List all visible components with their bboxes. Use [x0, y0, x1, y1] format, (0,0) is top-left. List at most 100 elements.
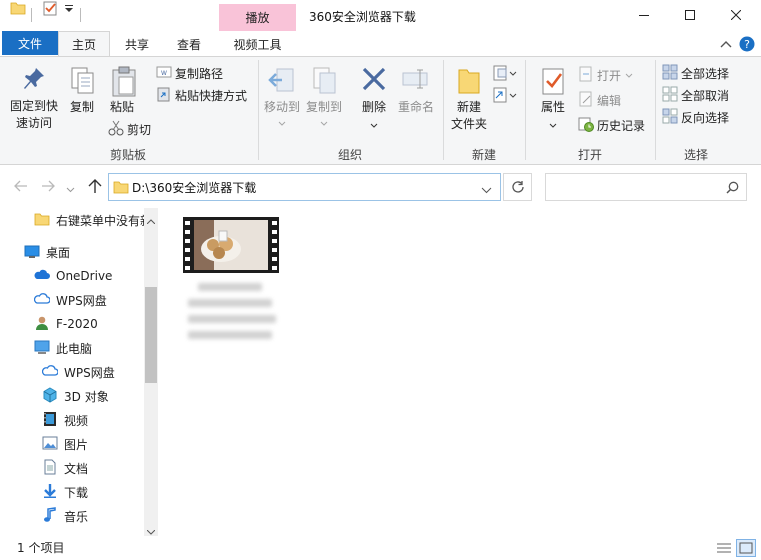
nav-item-downloads[interactable]: 下载 [0, 480, 144, 504]
invert-selection-button[interactable]: 反向选择 [662, 108, 742, 126]
tab-video-tools[interactable]: 视频工具 [219, 31, 296, 57]
copy-to-button[interactable]: 复制到 [303, 64, 345, 126]
copy-path-button[interactable]: W 复制路径 [156, 64, 256, 82]
new-folder-button[interactable]: 新建 文件夹 [448, 64, 490, 136]
nav-item-label: WPS网盘 [64, 365, 115, 380]
tab-share[interactable]: 共享 [113, 31, 161, 57]
nav-scrollbar-thumb[interactable] [145, 287, 157, 383]
select-group-label: 选择 [684, 148, 709, 162]
file-item-video[interactable] [176, 210, 286, 350]
move-to-icon [268, 66, 296, 99]
nav-item-label: 文档 [64, 461, 89, 476]
documents-icon [42, 459, 58, 478]
recent-locations-chevron-icon[interactable] [66, 182, 75, 196]
address-path[interactable]: D:\360安全浏览器下载 [132, 179, 256, 196]
nav-item-label: 3D 对象 [64, 389, 109, 404]
open-label: 打开 [597, 68, 622, 83]
forward-arrow-icon[interactable] [41, 180, 55, 195]
minimize-icon [639, 9, 649, 23]
nav-item-wps-cloud[interactable]: WPS网盘 [0, 288, 144, 312]
quick-access-dropdown-icon[interactable] [63, 0, 75, 19]
pictures-icon [42, 435, 58, 454]
cut-label: 剪切 [127, 122, 152, 137]
paste-shortcut-icon [156, 86, 172, 105]
folder-icon [113, 179, 129, 198]
properties-label: 属性 [540, 100, 565, 114]
paste-shortcut-button[interactable]: 粘贴快捷方式 [156, 86, 256, 104]
details-view-icon[interactable] [716, 541, 732, 558]
group-separator [655, 60, 656, 160]
properties-button[interactable]: 属性 [534, 64, 572, 128]
copy-icon [70, 66, 96, 99]
pin-quick-access-button[interactable]: 固定到快 速访问 [6, 64, 62, 136]
delete-button[interactable]: 删除 [355, 64, 393, 128]
copy-label: 复制 [69, 100, 94, 114]
easy-access-icon[interactable] [492, 86, 518, 107]
downloads-icon [42, 483, 58, 502]
minimize-button[interactable] [621, 0, 667, 31]
window-title: 360安全浏览器下载 [309, 10, 416, 24]
properties-quick-icon[interactable] [42, 0, 58, 19]
nav-item-3d-objects[interactable]: 3D 对象 [0, 384, 144, 408]
nav-item-label: OneDrive [56, 269, 113, 283]
nav-item-this-pc[interactable]: 此电脑 [0, 336, 144, 360]
nav-item-context-menu-folder[interactable]: 右键菜单中没有新 [0, 208, 144, 232]
large-icons-view-icon[interactable] [736, 539, 756, 557]
paste-shortcut-label: 粘贴快捷方式 [175, 88, 248, 103]
pin-label-1: 固定到快 [9, 99, 58, 113]
tab-view[interactable]: 查看 [165, 31, 213, 57]
item-count: 1 个项目 [17, 541, 65, 555]
move-to-button[interactable]: 移动到 [262, 64, 302, 126]
new-item-icon[interactable] [492, 64, 518, 85]
collapse-ribbon-icon[interactable] [720, 38, 732, 52]
edit-button[interactable]: 编辑 [578, 91, 648, 109]
chevron-down-icon [278, 116, 286, 130]
group-separator [525, 60, 526, 160]
edit-icon [578, 91, 594, 110]
folder-icon [34, 211, 50, 230]
maximize-icon [685, 9, 695, 23]
close-button[interactable] [713, 0, 759, 31]
copy-button[interactable]: 复制 [64, 64, 100, 116]
nav-item-documents[interactable]: 文档 [0, 456, 144, 480]
nav-item-label: 音乐 [64, 509, 89, 524]
nav-item-music[interactable]: 音乐 [0, 504, 144, 528]
nav-item-videos[interactable]: 视频 [0, 408, 144, 432]
history-button[interactable]: 历史记录 [578, 116, 653, 134]
nav-item-onedrive[interactable]: OneDrive [0, 264, 144, 288]
up-arrow-icon[interactable] [88, 178, 102, 197]
nav-item-label: 此电脑 [56, 341, 93, 356]
clipboard-group-label: 剪贴板 [110, 148, 147, 162]
history-label: 历史记录 [597, 118, 646, 133]
paste-button[interactable]: 粘贴 [104, 64, 144, 116]
cut-button[interactable]: 剪切 [108, 120, 168, 138]
scroll-up-icon[interactable] [146, 213, 156, 227]
edit-label: 编辑 [597, 93, 622, 108]
select-none-button[interactable]: 全部取消 [662, 86, 742, 104]
rename-button[interactable]: 重命名 [396, 64, 436, 116]
open-button[interactable]: 打开 [578, 66, 648, 84]
back-arrow-icon[interactable] [14, 180, 28, 195]
tab-file[interactable]: 文件 [2, 31, 58, 55]
help-icon[interactable]: ? [739, 36, 755, 55]
tab-home[interactable]: 主页 [58, 31, 110, 57]
nav-item-wps-cloud-pc[interactable]: WPS网盘 [0, 360, 144, 384]
search-input[interactable] [545, 173, 747, 201]
paste-icon [110, 66, 138, 101]
address-dropdown-chevron-icon[interactable] [481, 183, 492, 197]
qa-divider [31, 8, 32, 22]
nav-item-user[interactable]: F-2020 [0, 312, 144, 336]
nav-item-pictures[interactable]: 图片 [0, 432, 144, 456]
refresh-button[interactable] [503, 173, 532, 201]
maximize-button[interactable] [667, 0, 713, 31]
play-context-label[interactable]: 播放 [219, 9, 296, 26]
nav-item-desktop[interactable]: 桌面 [0, 240, 144, 264]
qa-divider-2 [80, 8, 81, 22]
open-icon [578, 66, 594, 85]
svg-text:W: W [161, 70, 167, 77]
blurred-filename-line [188, 315, 276, 323]
blurred-filename-line [188, 299, 272, 307]
chevron-down-icon [549, 118, 557, 132]
select-all-button[interactable]: 全部选择 [662, 64, 742, 82]
nav-item-label: 桌面 [46, 245, 71, 260]
